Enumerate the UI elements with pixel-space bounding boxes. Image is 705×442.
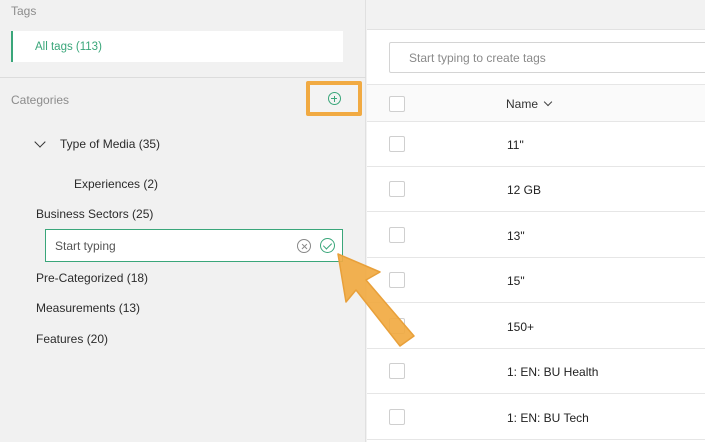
- row-checkbox[interactable]: [389, 227, 405, 243]
- category-item-measurements[interactable]: Measurements (13): [36, 301, 140, 315]
- table-row[interactable]: 1: EN: BU Health: [367, 349, 705, 394]
- tag-name: 11": [507, 138, 524, 152]
- row-checkbox[interactable]: [389, 136, 405, 152]
- category-item-type-of-media[interactable]: Type of Media (35): [60, 137, 160, 151]
- tag-name: 1: EN: BU Health: [507, 365, 599, 379]
- create-tag-input[interactable]: [390, 43, 705, 72]
- categories-section-label: Categories: [11, 93, 70, 107]
- sidebar: Tags All tags (113) Categories Type of M…: [0, 0, 366, 442]
- table-header: Name: [367, 84, 705, 122]
- row-checkbox[interactable]: [389, 363, 405, 379]
- tag-name: 13": [507, 229, 525, 243]
- category-item-experiences[interactable]: Experiences (2): [74, 177, 158, 191]
- chevron-down-icon[interactable]: [34, 136, 46, 148]
- category-item-pre-categorized[interactable]: Pre-Categorized (18): [36, 271, 148, 285]
- new-category-field: [45, 229, 343, 262]
- tag-name: 15": [507, 274, 525, 288]
- table-row[interactable]: 12 GB: [367, 167, 705, 212]
- tag-name: 12 GB: [507, 183, 542, 197]
- tag-name: 1: EN: BU Tech: [507, 411, 589, 425]
- select-all-checkbox[interactable]: [389, 96, 405, 112]
- category-item-features[interactable]: Features (20): [36, 332, 108, 346]
- name-column-header[interactable]: Name: [506, 97, 553, 111]
- section-divider: [0, 77, 366, 78]
- table-row[interactable]: 13": [367, 213, 705, 258]
- create-tag-field: [389, 42, 705, 73]
- new-category-input[interactable]: [46, 230, 286, 261]
- name-header-label: Name: [506, 97, 539, 111]
- plus-circle-icon: [327, 92, 341, 105]
- category-item-business-sectors[interactable]: Business Sectors (25): [36, 207, 153, 221]
- sort-chevron-icon: [543, 97, 553, 107]
- row-checkbox[interactable]: [389, 409, 405, 425]
- all-tags-item[interactable]: All tags (113): [11, 31, 343, 62]
- tag-list-panel: Name 11" 12 GB 13" 15" 150+ 1: EN: BU He…: [367, 0, 705, 442]
- table-row[interactable]: 11": [367, 122, 705, 167]
- cancel-icon[interactable]: [297, 239, 311, 253]
- row-checkbox[interactable]: [389, 272, 405, 288]
- row-checkbox[interactable]: [389, 318, 405, 334]
- panel-topbar: [367, 0, 705, 30]
- table-row[interactable]: 150+: [367, 304, 705, 349]
- confirm-check-icon[interactable]: [320, 238, 335, 253]
- tags-section-label: Tags: [11, 4, 37, 18]
- add-category-button[interactable]: [306, 81, 362, 116]
- tag-name: 150+: [507, 320, 535, 334]
- row-checkbox[interactable]: [389, 181, 405, 197]
- table-row[interactable]: 1: EN: BU Tech: [367, 395, 705, 440]
- table-row[interactable]: 15": [367, 258, 705, 303]
